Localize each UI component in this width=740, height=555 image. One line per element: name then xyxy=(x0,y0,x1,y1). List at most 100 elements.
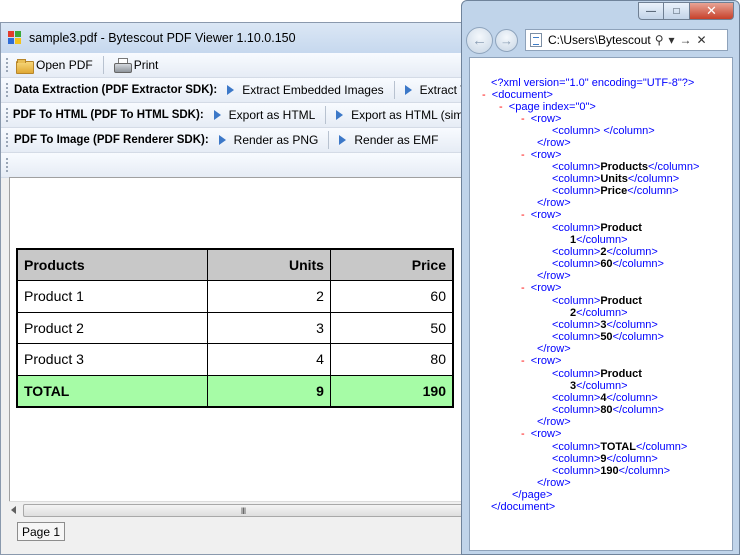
table-row: Product 3 4 80 xyxy=(16,343,454,376)
table-cell: 9 xyxy=(206,374,331,407)
toolbar-separator xyxy=(325,106,327,124)
dropdown-icon[interactable]: ▾ xyxy=(669,33,675,47)
close-button[interactable]: ✕ xyxy=(690,2,734,20)
xml-column: <column>Product xyxy=(552,368,642,380)
app-icon xyxy=(7,30,23,46)
toolbar-grip[interactable] xyxy=(5,82,9,98)
pdf-to-image-label: PDF To Image (PDF Renderer SDK): xyxy=(14,134,209,146)
extract-embedded-images-label: Extract Embedded Images xyxy=(242,83,384,97)
xml-row-close: </row> xyxy=(537,477,571,489)
stop-icon[interactable]: ✕ xyxy=(697,33,707,47)
xml-row-close: </row> xyxy=(537,416,571,428)
scroll-left-arrow-icon[interactable] xyxy=(11,506,16,514)
main-toolbar: Open PDF Print xyxy=(1,53,480,78)
collapse-toggle[interactable]: - xyxy=(521,355,525,367)
go-icon[interactable]: → xyxy=(680,33,692,47)
minimize-button[interactable]: — xyxy=(638,2,664,20)
xml-column-cont: 2</column> xyxy=(570,307,628,319)
play-icon xyxy=(213,110,221,120)
address-bar[interactable]: C:\Users\Bytescout ⚲ ▾ → ✕ xyxy=(525,29,728,51)
play-icon xyxy=(339,135,347,145)
open-pdf-button[interactable]: Open PDF xyxy=(14,55,95,75)
xml-column: <column>3</column> xyxy=(552,319,658,331)
back-button[interactable]: ← xyxy=(466,26,493,54)
xml-document-close: </document> xyxy=(491,501,556,513)
play-icon xyxy=(218,135,226,145)
page-tab-1[interactable]: Page 1 xyxy=(17,522,66,541)
toolbar-grip[interactable] xyxy=(5,107,8,123)
window-controls: — □ ✕ xyxy=(638,2,734,20)
xml-row-open: - <row> xyxy=(521,149,562,161)
extract-text-button[interactable]: Extract T xyxy=(403,80,470,100)
xml-row-open: - <row> xyxy=(521,428,562,440)
xml-column: <column>9</column> xyxy=(552,453,658,465)
xml-row-close: </row> xyxy=(537,270,571,282)
pdf-table: Products Units Price Product 1 2 60 Prod… xyxy=(16,248,454,408)
xml-column: <column>4</column> xyxy=(552,392,658,404)
browser-window: — □ ✕ ← → C:\Users\Bytescout ⚲ ▾ → ✕ <?x… xyxy=(461,0,740,555)
table-cell: 50 xyxy=(329,311,454,344)
xml-column: <column>Units</column> xyxy=(552,173,680,185)
table-cell: Product 1 xyxy=(16,280,208,313)
table-cell: 60 xyxy=(329,280,454,313)
scroll-thumb[interactable]: III xyxy=(23,504,463,517)
xml-row-close: </row> xyxy=(537,137,571,149)
xml-document-open: - <document> xyxy=(482,89,553,101)
table-total-row: TOTAL 9 190 xyxy=(16,374,454,407)
printer-icon xyxy=(113,58,132,73)
play-icon xyxy=(227,85,235,95)
collapse-toggle[interactable]: - xyxy=(482,89,486,101)
collapse-toggle[interactable]: - xyxy=(521,149,525,161)
toolbar-separator xyxy=(393,81,395,99)
toolbar-separator xyxy=(102,56,104,74)
xml-column: <column>Product xyxy=(552,222,642,234)
collapse-toggle[interactable]: - xyxy=(521,113,525,125)
xml-page-open: - <page index="0"> xyxy=(499,101,596,113)
maximize-button[interactable]: □ xyxy=(664,2,690,20)
xml-row-open: - <row> xyxy=(521,113,562,125)
xml-column: <column>Price</column> xyxy=(552,185,679,197)
collapse-toggle[interactable]: - xyxy=(521,282,525,294)
xml-view[interactable]: <?xml version="1.0" encoding="UTF-8"?> -… xyxy=(469,57,733,551)
export-as-html-simple-button[interactable]: Export as HTML (simp xyxy=(334,105,472,125)
export-as-html-label: Export as HTML xyxy=(228,108,316,122)
collapse-toggle[interactable]: - xyxy=(499,101,503,113)
xml-column: <column>Products</column> xyxy=(552,161,700,173)
table-row: Product 1 2 60 xyxy=(16,280,454,313)
search-icon[interactable]: ⚲ xyxy=(655,33,664,47)
empty-toolbar xyxy=(1,153,480,178)
collapse-toggle[interactable]: - xyxy=(521,209,525,221)
page-tabs-bar: Page 1 xyxy=(1,518,480,554)
print-button[interactable]: Print xyxy=(112,55,161,75)
xml-column: <column>60</column> xyxy=(552,258,664,270)
extract-embedded-images-button[interactable]: Extract Embedded Images xyxy=(225,80,385,100)
toolbar-grip[interactable] xyxy=(5,132,9,148)
render-as-png-button[interactable]: Render as PNG xyxy=(217,130,321,150)
pdf-to-image-toolbar: PDF To Image (PDF Renderer SDK): Render … xyxy=(1,128,480,153)
table-cell: 4 xyxy=(206,343,331,376)
xml-column: <column>TOTAL</column> xyxy=(552,441,688,453)
render-as-emf-button[interactable]: Render as EMF xyxy=(337,130,440,150)
forward-button[interactable]: → xyxy=(495,28,518,52)
xml-page-close: </page> xyxy=(512,489,553,501)
table-cell: 190 xyxy=(329,374,454,407)
render-as-png-label: Render as PNG xyxy=(233,133,319,147)
xml-row-open: - <row> xyxy=(521,355,562,367)
xml-column-cont: 3</column> xyxy=(570,380,628,392)
horizontal-scrollbar[interactable]: III xyxy=(9,501,480,518)
xml-declaration: <?xml version="1.0" encoding="UTF-8"?> xyxy=(491,77,695,89)
viewer-titlebar[interactable]: sample3.pdf - Bytescout PDF Viewer 1.10.… xyxy=(1,23,480,53)
toolbar-grip[interactable] xyxy=(5,157,9,173)
pdf-to-html-label: PDF To HTML (PDF To HTML SDK): xyxy=(12,109,204,121)
table-header: Products xyxy=(16,248,208,281)
table-cell: 3 xyxy=(206,311,331,344)
xml-column: <column>190</column> xyxy=(552,465,671,477)
toolbar-grip[interactable] xyxy=(5,57,9,73)
table-cell: TOTAL xyxy=(16,374,208,407)
export-as-html-button[interactable]: Export as HTML xyxy=(212,105,318,125)
scroll-grip-icon: III xyxy=(240,506,246,516)
table-cell: Product 2 xyxy=(16,311,208,344)
address-tools: ⚲ ▾ → ✕ xyxy=(655,33,707,47)
collapse-toggle[interactable]: - xyxy=(521,428,525,440)
print-label: Print xyxy=(133,58,159,72)
